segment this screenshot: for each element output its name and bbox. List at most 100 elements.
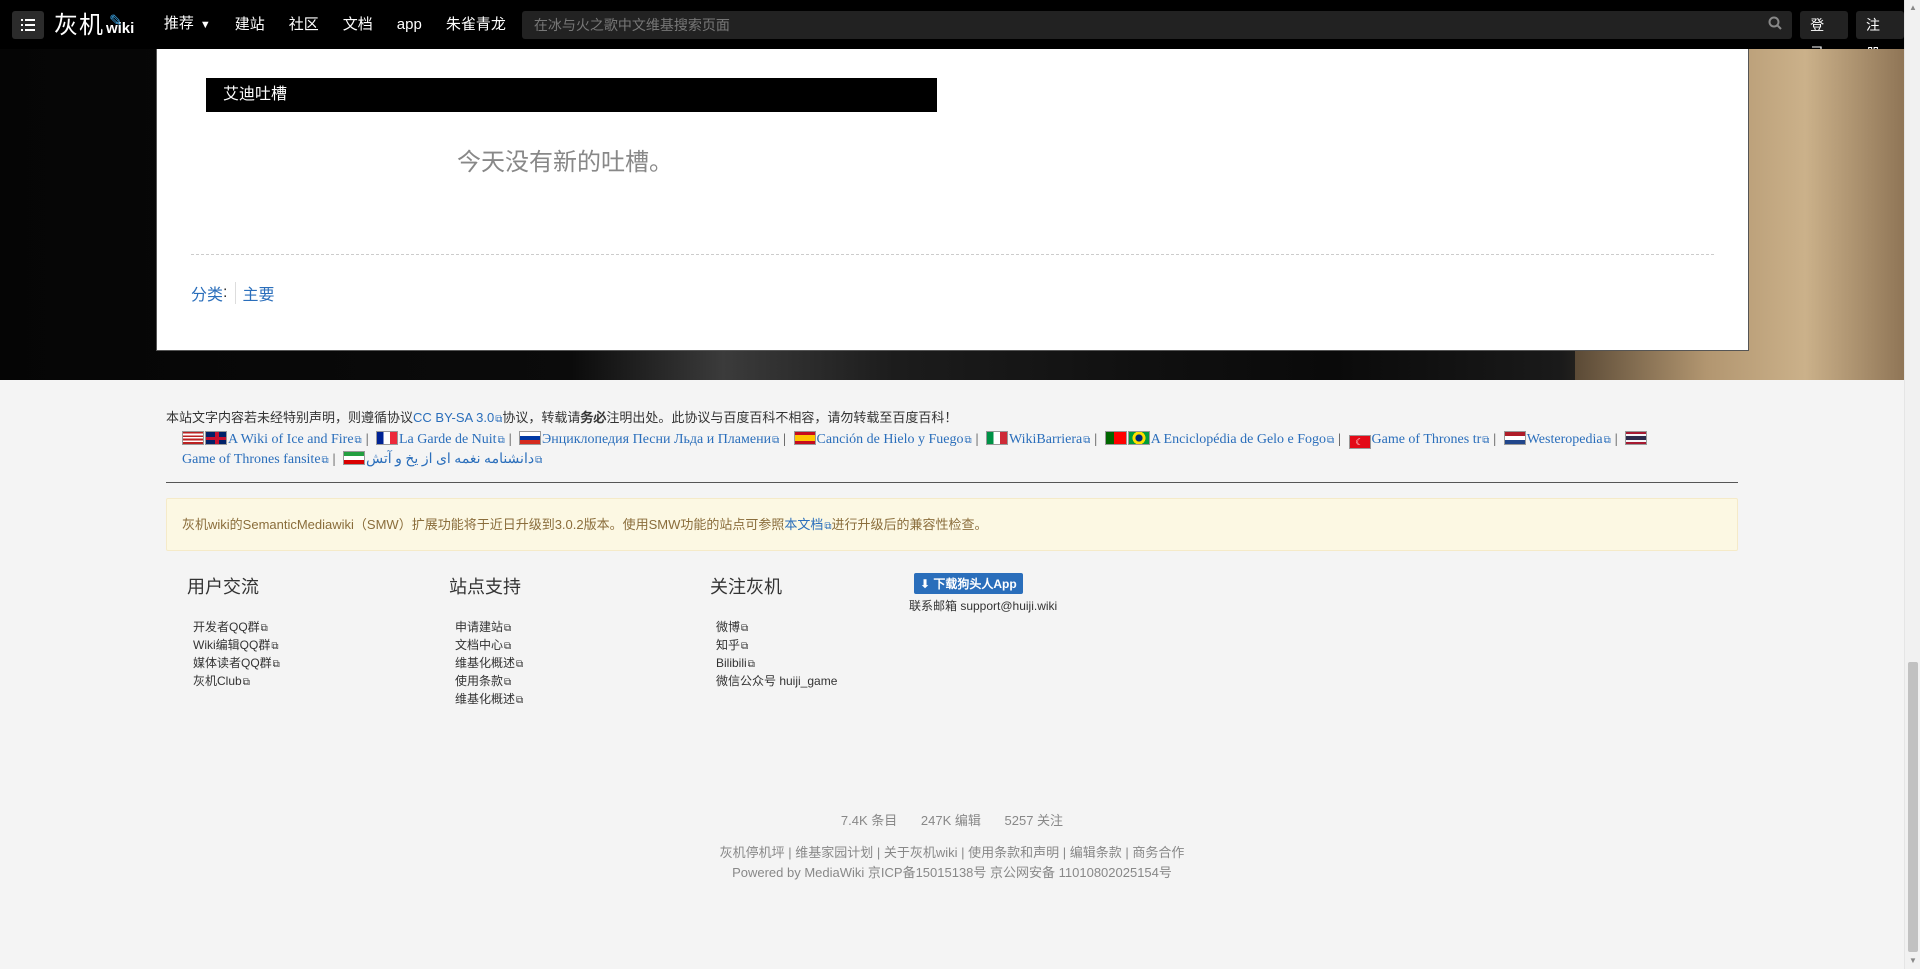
search-input[interactable] xyxy=(521,16,1752,33)
tucao-header: 艾迪吐槽 xyxy=(206,78,937,112)
external-link-icon: ⧉ xyxy=(497,435,505,446)
notice-doc-link[interactable]: 本文档⧉ xyxy=(784,517,831,532)
site-link-awoiaf[interactable]: A Wiki of Ice and Fire xyxy=(228,432,354,447)
license-post: 注明出处。此协议与百度百科不相容，请勿转载至百度百科！ xyxy=(606,410,958,425)
page-scrollbar[interactable]: ▲ ▼ xyxy=(1904,0,1920,969)
top-navbar: 灰机 ✎ wiki 推荐 ▼ 建站 社区 文档 app 朱雀青龙 登录 注册 xyxy=(0,0,1905,61)
scroll-up-icon[interactable]: ▲ xyxy=(1905,0,1920,16)
search-box xyxy=(521,10,1793,39)
external-link-icon: ⧉ xyxy=(272,659,280,670)
external-link-icon: ⧉ xyxy=(772,435,780,446)
france-flag-icon xyxy=(376,431,398,445)
list-item[interactable]: 文档中心⧉ xyxy=(455,637,523,655)
netherlands-flag-icon xyxy=(1503,431,1526,445)
link-edit-terms[interactable]: 编辑条款 xyxy=(1070,845,1122,860)
site-logo[interactable]: 灰机 ✎ wiki xyxy=(54,5,142,45)
list-item[interactable]: 使用条款⧉ xyxy=(455,673,523,691)
site-link-portuguese[interactable]: A Enciclopédia de Gelo e Fogo xyxy=(1151,432,1326,447)
footer-link[interactable]: Wiki编辑QQ群 xyxy=(193,638,270,652)
thailand-flag-icon xyxy=(1625,431,1648,445)
wechat-account: 微信公众号 huiji_game xyxy=(716,674,838,688)
nav-item-community[interactable]: 社区 xyxy=(277,0,331,49)
search-icon[interactable] xyxy=(1768,16,1782,34)
external-link-icon: ⧉ xyxy=(516,695,524,706)
categories-label[interactable]: 分类 xyxy=(191,281,223,305)
nav-item-recommend[interactable]: 推荐 ▼ xyxy=(152,0,223,50)
content-panel: 艾迪吐槽 今天没有新的吐槽。 分类 : 主要 xyxy=(156,49,1749,351)
link-terms-statement[interactable]: 使用条款和声明 xyxy=(968,845,1059,860)
menu-icon[interactable] xyxy=(12,10,44,39)
footer-link[interactable]: 媒体读者QQ群 xyxy=(193,656,272,670)
list-item[interactable]: 维基化概述⧉ xyxy=(455,691,523,709)
external-link-icon: ⧉ xyxy=(1482,435,1490,446)
site-link-thai[interactable]: Game of Thrones fansite xyxy=(182,452,321,467)
site-link-italian[interactable]: WikiBarriera xyxy=(1009,432,1082,447)
uk-flag-icon xyxy=(205,431,227,445)
link-business[interactable]: 商务合作 xyxy=(1132,845,1184,860)
list-item[interactable]: 微博⧉ xyxy=(716,619,837,637)
download-app-button[interactable]: ⬇ 下载狗头人App xyxy=(914,573,1023,594)
list-item[interactable]: 媒体读者QQ群⧉ xyxy=(193,655,280,673)
scrollbar-thumb[interactable] xyxy=(1908,662,1918,952)
list-item[interactable]: 灰机Club⧉ xyxy=(193,673,280,691)
footer-link[interactable]: 微博 xyxy=(716,620,740,634)
nav-item-docs[interactable]: 文档 xyxy=(331,0,385,49)
nav-item-app[interactable]: app xyxy=(385,0,434,49)
footer-link[interactable]: 知乎 xyxy=(716,638,740,652)
license-link-label: CC BY-SA 3.0 xyxy=(413,410,495,425)
external-link-icon: ⧉ xyxy=(747,659,755,670)
external-link-icon: ⧉ xyxy=(1083,435,1091,446)
no-tucao-message: 今天没有新的吐槽。 xyxy=(457,149,673,176)
link-about[interactable]: 关于灰机wiki xyxy=(884,845,958,860)
list-item[interactable]: 维基化概述⧉ xyxy=(455,655,523,673)
list-item[interactable]: Wiki编辑QQ群⧉ xyxy=(193,637,280,655)
external-link-icon: ⧉ xyxy=(964,435,972,446)
categories-colon: : xyxy=(223,284,228,301)
site-link-persian[interactable]: دانشنامه نغمه ای از یخ و آتش xyxy=(366,452,534,467)
site-link-russian[interactable]: Энциклопедия Песни Льда и Пламени xyxy=(542,432,771,447)
caret-down-icon: ▼ xyxy=(199,19,211,31)
footer-col-support: 站点支持 申请建站⧉ 文档中心⧉ 维基化概述⧉ 使用条款⧉ 维基化概述⧉ xyxy=(449,573,523,709)
notice-link-label: 本文档 xyxy=(784,517,824,532)
list-item[interactable]: Bilibili⧉ xyxy=(716,655,837,673)
bottom-links: 灰机停机坪 | 维基家园计划 | 关于灰机wiki | 使用条款和声明 | 编辑… xyxy=(0,843,1904,883)
scroll-down-icon[interactable]: ▼ xyxy=(1905,953,1920,969)
external-link-icon: ⧉ xyxy=(535,455,543,466)
list-item[interactable]: 知乎⧉ xyxy=(716,637,837,655)
category-main[interactable]: 主要 xyxy=(242,281,274,305)
site-link-dutch[interactable]: Westeropedia xyxy=(1527,432,1603,447)
link-wiki-home-plan[interactable]: 维基家园计划 xyxy=(795,845,873,860)
footer-columns: 用户交流 开发者QQ群⧉ Wiki编辑QQ群⧉ 媒体读者QQ群⧉ 灰机Club⧉… xyxy=(166,573,1738,773)
footer-link[interactable]: 申请建站 xyxy=(455,620,503,634)
footer-link[interactable]: 灰机Club xyxy=(193,674,242,688)
footer-link[interactable]: Bilibili xyxy=(716,656,747,670)
footer-link[interactable]: 维基化概述 xyxy=(455,692,515,706)
external-link-icon: ⧉ xyxy=(516,659,524,670)
interwiki-sites: A Wiki of Ice and Fire⧉ | La Garde de Nui… xyxy=(166,430,1738,470)
register-button[interactable]: 注册 xyxy=(1856,10,1905,61)
login-button[interactable]: 登录 xyxy=(1800,10,1849,61)
footer-link[interactable]: 文档中心 xyxy=(455,638,503,652)
link-huiji-apron[interactable]: 灰机停机坪 xyxy=(720,845,785,860)
license-link[interactable]: CC BY-SA 3.0⧉ xyxy=(413,410,502,425)
list-item[interactable]: 申请建站⧉ xyxy=(455,619,523,637)
external-link-icon: ⧉ xyxy=(1327,435,1335,446)
footer-link[interactable]: 维基化概述 xyxy=(455,656,515,670)
nav-item-build[interactable]: 建站 xyxy=(223,0,277,49)
external-link-icon: ⧉ xyxy=(824,521,832,532)
feather-icon: ✎ xyxy=(108,12,123,30)
col-title: 用户交流 xyxy=(187,577,259,597)
category-separator xyxy=(235,282,237,304)
site-link-spanish[interactable]: Canción de Hielo y Fuego xyxy=(817,432,964,447)
site-link-gardedenuit[interactable]: La Garde de Nuit xyxy=(399,432,497,447)
nav-item-zhuque[interactable]: 朱雀青龙 xyxy=(434,0,518,49)
list-item[interactable]: 开发者QQ群⧉ xyxy=(193,619,280,637)
external-link-icon: ⧉ xyxy=(741,623,749,634)
footer-link[interactable]: 开发者QQ群 xyxy=(193,620,260,634)
footer-link[interactable]: 使用条款 xyxy=(455,674,503,688)
site-stats: 7.4K 条目 247K 编辑 5257 关注 xyxy=(0,810,1904,829)
license-mid: 协议，转载请 xyxy=(502,410,581,425)
footer: 本站文字内容若未经特别声明，则遵循协议CC BY-SA 3.0⧉协议，转载请务必… xyxy=(166,408,1738,773)
site-link-turkish[interactable]: Game of Thrones tr xyxy=(1372,432,1482,447)
powered-by: Powered by MediaWiki 京ICP备15015138号 京公网安… xyxy=(732,865,1172,880)
